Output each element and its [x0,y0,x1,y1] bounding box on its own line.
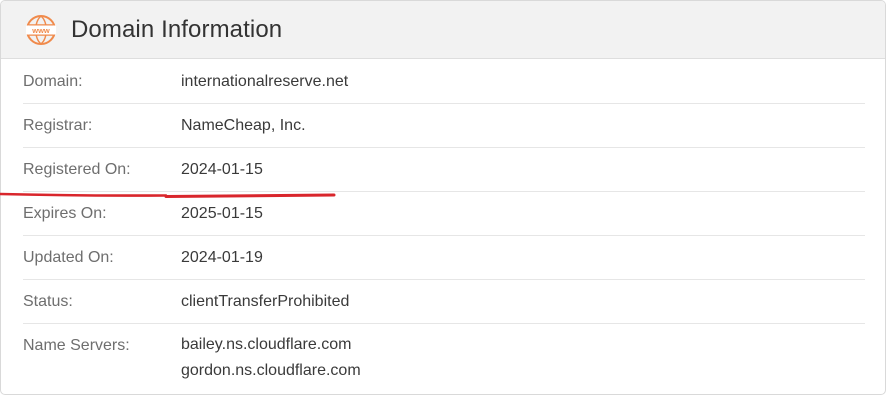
row-expires-on: Expires On: 2025-01-15 [1,192,885,236]
row-domain: Domain: internationalreserve.net [1,60,885,104]
www-globe-icon: www [26,14,56,45]
svg-text:www: www [31,26,50,35]
registrar-value: NameCheap, Inc. [181,117,306,134]
domain-info-table: Domain: internationalreserve.net Registr… [1,60,885,392]
status-label: Status: [23,293,73,310]
registered-on-label: Registered On: [23,161,131,178]
row-updated-on: Updated On: 2024-01-19 [1,236,885,280]
row-status: Status: clientTransferProhibited [1,280,885,324]
name-server-item: gordon.ns.cloudflare.com [181,362,361,379]
updated-on-label: Updated On: [23,249,114,266]
domain-value: internationalreserve.net [181,73,349,90]
card-header: www Domain Information [1,1,885,59]
updated-on-value: 2024-01-19 [181,249,263,266]
name-servers-value: bailey.ns.cloudflare.com gordon.ns.cloud… [181,332,361,384]
status-value: clientTransferProhibited [181,293,350,310]
expires-on-value: 2025-01-15 [181,205,263,222]
row-name-servers: Name Servers: bailey.ns.cloudflare.com g… [1,324,885,392]
domain-label: Domain: [23,73,83,90]
name-server-item: bailey.ns.cloudflare.com [181,336,352,353]
row-registrar: Registrar: NameCheap, Inc. [1,104,885,148]
page-title: Domain Information [71,15,283,43]
name-servers-label: Name Servers: [23,337,130,354]
row-registered-on: Registered On: 2024-01-15 [1,148,885,192]
expires-on-label: Expires On: [23,205,107,222]
registrar-label: Registrar: [23,117,93,134]
registered-on-value: 2024-01-15 [181,161,263,178]
domain-info-card: www Domain Information Domain: internati… [0,0,886,395]
